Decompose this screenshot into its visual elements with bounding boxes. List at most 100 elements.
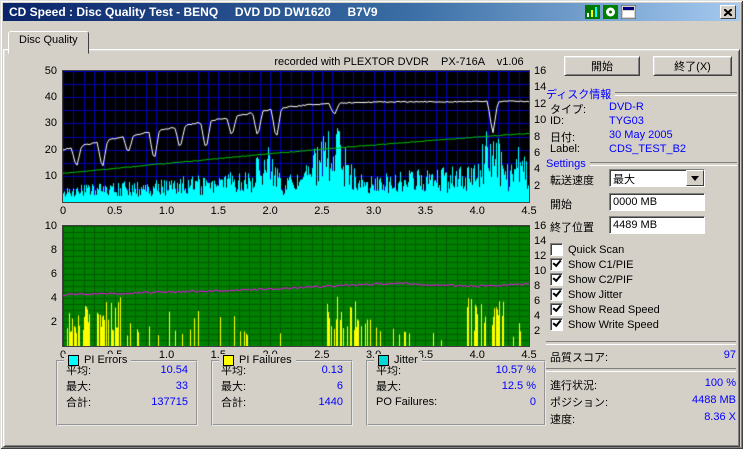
stat-value: 6 [336,380,343,392]
tick-label: 30 [44,117,57,130]
stat-label: PO Failures: [376,396,438,408]
pi-failures-chart [62,225,530,347]
checkbox-label: Quick Scan [568,243,625,256]
pi-errors-swatch-icon [68,354,79,366]
stat-value: 10.54 [160,364,188,376]
tab-panel: recorded with PLEXTOR DVDR PX-716A v1.06… [3,49,740,447]
checkbox-label: Show Jitter [568,288,623,301]
window-title: CD Speed : Disc Quality Test - BENQ DVD … [9,5,378,19]
checkbox-label: Show Write Speed [568,318,659,331]
check-icon [552,272,562,283]
end-position-input[interactable] [609,216,705,234]
start-position-input[interactable] [609,193,705,211]
checkbox-show-c2-pif[interactable]: Show C2/PIF [550,272,633,286]
recorded-with-note: recorded with PLEXTOR DVDR PX-716A v1.06 [274,56,524,68]
tick-label: 0.5 [107,205,123,217]
tick-label: 4 [50,292,57,304]
stat-label: 合計: [66,397,92,409]
stat-label: 最大: [66,381,92,393]
end-position-label: 終了位置 [550,222,594,234]
tick-label: 3.5 [417,205,434,217]
checkbox-box[interactable] [550,302,563,316]
tab-disc-quality[interactable]: Disc Quality [8,31,89,54]
checkbox-quick-scan[interactable]: Quick Scan [550,243,624,256]
checkbox-box[interactable] [550,257,563,271]
checkbox-label: Show Read Speed [568,303,660,316]
legend-name: PI Errors [84,354,128,366]
legend-row: 最大: 33 [66,378,188,394]
disc-label-row: Label: CDS_TEST_B2 [550,143,736,155]
titlebar-icons [585,4,637,20]
disc-id-value: TYG03 [609,115,644,127]
dropdown-button[interactable] [686,170,704,186]
legend-title: PI Errors [64,354,132,366]
disc-id-row: ID: TYG03 [550,115,736,127]
speed-label: 速度: [550,414,576,426]
checkbox-show-write-speed[interactable]: Show Write Speed [550,317,659,331]
titlebar[interactable]: CD Speed : Disc Quality Test - BENQ DVD … [3,3,740,21]
disc-icon[interactable] [603,5,618,19]
speed-row: 速度: 8.36 X [550,411,736,427]
tick-label: 6 [50,268,57,280]
app-window: CD Speed : Disc Quality Test - BENQ DVD … [0,0,743,449]
tick-label: 40 [44,91,57,104]
checkbox-box[interactable] [550,317,563,331]
disc-label-value: CDS_TEST_B2 [609,143,687,155]
chart-icon[interactable] [585,5,600,19]
tick-label: 8 [50,244,57,256]
stat-value: 10.57 % [495,364,536,376]
tick-label: 2 [50,316,57,328]
tick-label: 4.5 [521,205,537,217]
legend-row: 最大: 12.5 % [376,378,536,394]
check-icon [552,287,562,298]
stat-label: 最大: [376,381,402,393]
tick-label: 4.0 [469,205,485,217]
pi-failures-swatch-icon [223,354,234,366]
tick-label: 10 [44,220,57,232]
checkbox-show-jitter[interactable]: Show Jitter [550,287,623,301]
quality-score-row: 品質スコア: 97 [550,349,736,365]
progress-value: 100 % [704,377,736,389]
stat-value: 137715 [151,396,188,408]
pi-failures-legend: PI Failures 平均: 0.13 最大: 6 合計: 1440 [211,354,353,426]
progress-label: 進行状況: [550,380,598,392]
transfer-speed-select[interactable]: 最大 [609,169,705,187]
disc-id-label: ID: [550,115,565,127]
checkbox-box[interactable] [550,272,563,286]
tick-label: 3.0 [366,205,382,217]
tick-label: 1.0 [158,205,175,217]
checkbox-show-read-speed[interactable]: Show Read Speed [550,302,660,316]
tick-label: 20 [44,143,57,156]
divider [589,162,737,166]
legend-name: PI Failures [239,354,292,366]
tick-label: 1.5 [210,205,226,217]
checkbox-box[interactable] [550,243,563,256]
jitter-swatch-icon [378,354,389,366]
pi-errors-legend: PI Errors 平均: 10.54 最大: 33 合計: 137715 [56,354,198,426]
legend-row: 合計: 1440 [221,394,343,410]
quality-score-label: 品質スコア: [550,352,609,364]
legend-title: Jitter [374,354,422,366]
chevron-down-icon [691,175,699,181]
checkbox-show-c1-pie[interactable]: Show C1/PIE [550,257,634,271]
legend-row: 最大: 6 [221,378,343,394]
speed-value: 8.36 X [704,411,736,423]
tick-label: 2.5 [314,205,330,217]
tick-label: 50 [44,65,57,77]
divider [546,341,736,345]
divider [546,368,736,372]
window-icon[interactable] [620,4,637,20]
start-position-label: 開始 [550,199,572,211]
progress-row: 進行状況: 100 % [550,377,736,393]
checkbox-label: Show C1/PIE [568,258,634,271]
legend-row: PO Failures: 0 [376,394,536,410]
check-icon [552,317,562,328]
checkbox-box[interactable] [550,287,563,301]
start-button[interactable]: 開始 [564,56,640,76]
close-button[interactable] [720,5,736,19]
stat-label: 最大: [221,381,247,393]
legend-name: Jitter [394,354,418,366]
jitter-legend: Jitter 平均: 10.57 % 最大: 12.5 % PO Failures:… [366,354,546,426]
stat-value: 0.13 [321,364,343,376]
exit-button[interactable]: 終了(X) [653,56,732,76]
